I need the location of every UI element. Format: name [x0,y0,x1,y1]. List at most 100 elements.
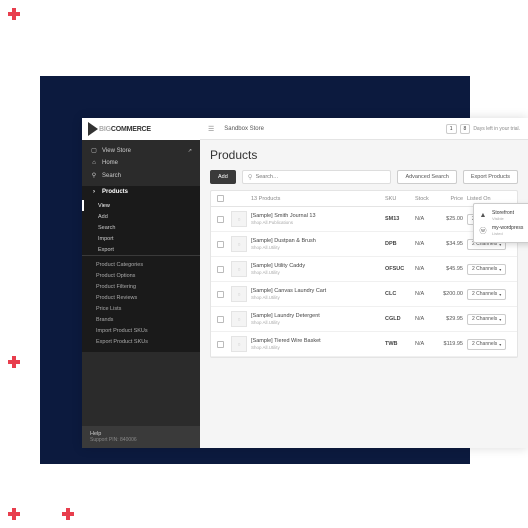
product-thumbnail[interactable]: ▫ [231,336,247,352]
product-name-cell[interactable]: [Sample] Utility CaddyShop All.Utility [251,263,385,275]
subnav-brands[interactable]: Brands [82,314,200,325]
menu-icon[interactable]: ☰ [208,125,214,133]
stock-cell: N/A [415,291,437,297]
stock-cell: N/A [415,266,437,272]
channels-button[interactable]: 2 Channels [467,264,506,275]
product-thumbnail[interactable]: ▫ [231,236,247,252]
table-row: ▫ [Sample] Laundry DetergentShop All.Util… [211,307,517,332]
plus-decoration [144,32,156,44]
plus-decoration [90,32,102,44]
dropdown-item-storefront[interactable]: ▲ StorefrontVisible [478,208,528,223]
dropdown-item-wordpress[interactable]: ⓦ my-wordpressListed [478,223,528,238]
sku-cell: CLC [385,291,415,297]
col-name: 13 Products [251,196,385,202]
sku-cell: DPB [385,241,415,247]
products-subgroup: Product Categories Product Options Produ… [82,255,200,350]
main-panel: ☰ Sandbox Store 1 8 Days left in your tr… [200,118,528,448]
table-header: 13 Products SKU Stock Price Listed On [211,191,517,207]
subnav-import-skus[interactable]: Import Product SKUs [82,325,200,336]
help-panel[interactable]: Help Support PIN: 840006 [82,426,200,448]
channels-button[interactable]: 2 Channels [467,289,506,300]
chevron-right-icon: › [90,189,98,195]
plus-decoration [20,248,32,260]
add-button[interactable]: Add [210,170,236,184]
product-name-cell[interactable]: [Sample] Tiered Wire BasketShop All.Util… [251,338,385,350]
topbar: ☰ Sandbox Store 1 8 Days left in your tr… [200,118,528,140]
subnav-export-skus[interactable]: Export Product SKUs [82,336,200,347]
product-thumbnail[interactable]: ▫ [231,211,247,227]
plus-decoration [414,484,426,496]
subnav-options[interactable]: Product Options [82,270,200,281]
sku-cell: CGLD [385,316,415,322]
subnav-reviews[interactable]: Product Reviews [82,292,200,303]
nav-search[interactable]: ⚲Search [82,169,200,182]
channels-dropdown: ▲ StorefrontVisible ⓦ my-wordpressListed [473,203,528,243]
nav-view-store[interactable]: ▢View Store [82,144,200,157]
plus-decoration [144,484,156,496]
subnav-add[interactable]: Add [82,211,200,222]
plus-decoration [20,140,32,152]
row-checkbox[interactable] [217,266,224,273]
page-title: Products [210,148,518,162]
plus-decoration [20,86,32,98]
plus-decoration [36,32,48,44]
channels-cell: 2 Channels [467,264,511,275]
search-input[interactable] [256,174,386,180]
stock-cell: N/A [415,241,437,247]
sidebar: BIGCOMMERCE ▢View Store ⌂Home ⚲Search ›P… [82,118,200,448]
product-name-cell[interactable]: [Sample] Dustpan & BrushShop All.Utility [251,238,385,250]
brand-logo[interactable]: BIGCOMMERCE [82,118,200,140]
channels-button[interactable]: 2 Channels [467,339,506,350]
subnav-import[interactable]: Import [82,233,200,244]
subnav-filtering[interactable]: Product Filtering [82,281,200,292]
subnav-pricelists[interactable]: Price Lists [82,303,200,314]
stock-cell: N/A [415,341,437,347]
product-name-cell[interactable]: [Sample] Laundry DetergentShop All.Utili… [251,313,385,325]
nav-home[interactable]: ⌂Home [82,157,200,169]
subnav-search[interactable]: Search [82,222,200,233]
plus-decoration [90,484,102,496]
product-name-cell[interactable]: [Sample] Smith Journal 13Shop All.Public… [251,213,385,225]
advanced-search-button[interactable]: Advanced Search [397,170,456,184]
channels-cell: 2 Channels [467,314,511,325]
export-button[interactable]: Export Products [463,170,518,184]
subnav-export[interactable]: Export [82,244,200,255]
help-pin: Support PIN: 840006 [90,437,192,443]
plus-decoration [198,32,210,44]
trial-status: 1 8 Days left in your trial. [446,124,520,134]
plus-decoration [36,484,48,496]
nav-products[interactable]: ›Products [82,186,200,198]
price-cell: $45.95 [437,266,467,272]
plus-decoration [360,32,372,44]
products-subnav: View Add Search Import Export Product Ca… [82,198,200,352]
logo-mark [88,122,98,136]
plus-decoration [62,8,74,20]
plus-decoration [306,32,318,44]
subnav-categories[interactable]: Product Categories [82,259,200,270]
product-thumbnail[interactable]: ▫ [231,311,247,327]
row-checkbox[interactable] [217,216,224,223]
plus-decoration [62,508,74,520]
search-box[interactable]: ⚲ [242,170,392,184]
row-checkbox[interactable] [217,316,224,323]
price-cell: $200.00 [437,291,467,297]
channels-button[interactable]: 2 Channels [467,314,506,325]
table-row: ▫ [Sample] Canvas Laundry CartShop All.Ut… [211,282,517,307]
stock-cell: N/A [415,216,437,222]
select-all-checkbox[interactable] [217,195,224,202]
table-row: ▫ [Sample] Dustpan & BrushShop All.Utilit… [211,232,517,257]
price-cell: $25.00 [437,216,467,222]
row-checkbox[interactable] [217,341,224,348]
product-thumbnail[interactable]: ▫ [231,261,247,277]
table-row: ▫ [Sample] Smith Journal 13Shop All.Publi… [211,207,517,232]
subnav-view[interactable]: View [82,200,200,211]
row-checkbox[interactable] [217,241,224,248]
row-checkbox[interactable] [217,291,224,298]
product-name-cell[interactable]: [Sample] Canvas Laundry CartShop All.Uti… [251,288,385,300]
plus-decoration [468,32,480,44]
plus-decoration [468,484,480,496]
product-thumbnail[interactable]: ▫ [231,286,247,302]
plus-decoration [414,32,426,44]
sku-cell: TWB [385,341,415,347]
plus-decoration [360,484,372,496]
